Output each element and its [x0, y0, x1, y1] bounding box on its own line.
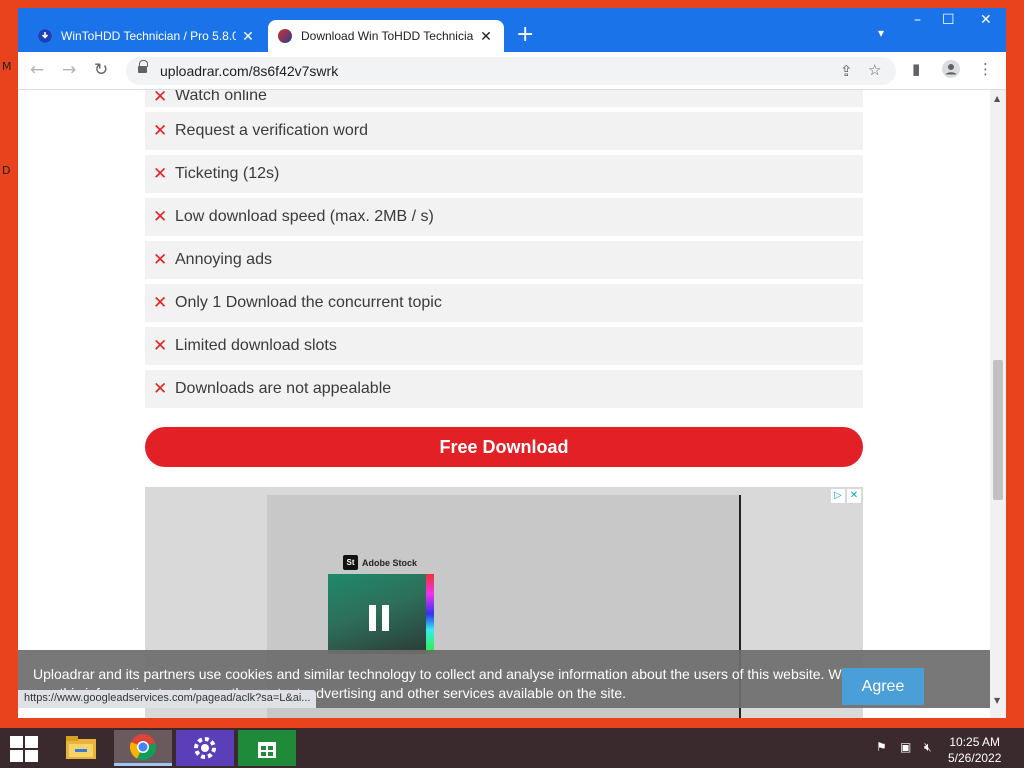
feature-label: Ticketing (12s) [175, 165, 280, 182]
tab-strip: WinToHDD Technician / Pro 5.8.0 ✕ Downlo… [18, 8, 1006, 52]
clock-time: 10:25 AM [949, 735, 1001, 749]
pause-icon[interactable] [369, 605, 395, 636]
forward-arrow-icon[interactable]: → [62, 60, 76, 80]
feature-list: ✕ Watch online ✕ Request a verification … [145, 90, 863, 413]
adobe-stock-logo: St Adobe Stock [343, 555, 417, 570]
clock-date: 5/26/2022 [948, 751, 1002, 765]
download-favicon-icon [38, 29, 52, 43]
feature-label: Watch online [175, 90, 267, 104]
ad-hue-bar [426, 574, 434, 654]
scroll-down-arrow-icon[interactable]: ▼ [994, 696, 1000, 705]
feature-label: Annoying ads [175, 251, 272, 268]
system-clock[interactable]: 10:25 AM 5/26/2022 [948, 734, 1001, 766]
page-viewport: ✕ Watch online ✕ Request a verification … [18, 90, 990, 718]
browser-toolbar: ← → ↻ uploadrar.com/8s6f42v7swrk ⇪ ☆ ▮ ⋮ [18, 52, 1006, 90]
adobe-stock-badge: St [343, 555, 358, 570]
tab-search-chevron-icon[interactable]: ▾ [878, 26, 884, 40]
feature-item: ✕ Watch online [145, 90, 863, 107]
close-tab-icon[interactable]: ✕ [478, 28, 494, 45]
adobe-stock-brand: Adobe Stock [362, 557, 418, 568]
scroll-up-arrow-icon[interactable]: ▲ [994, 94, 1000, 103]
desktop-edge-letter-d: D [2, 164, 11, 177]
new-tab-button[interactable]: + [516, 22, 534, 47]
vertical-scrollbar[interactable]: ▲ ▼ [990, 90, 1006, 718]
tab-download-wintohdd[interactable]: Download Win ToHDD Technician ✕ [268, 20, 504, 52]
feature-label: Request a verification word [175, 122, 368, 139]
address-url[interactable]: uploadrar.com/8s6f42v7swrk [160, 63, 338, 79]
feature-item: ✕ Only 1 Download the concurrent topic [145, 284, 863, 322]
tab-title: Download Win ToHDD Technician [301, 29, 474, 43]
scroll-thumb[interactable] [993, 360, 1003, 500]
agree-button[interactable]: Agree [842, 668, 924, 705]
feature-label: Downloads are not appealable [175, 380, 392, 397]
bookmark-star-icon[interactable]: ☆ [868, 61, 881, 79]
windows-start-icon[interactable] [10, 736, 38, 762]
cross-icon: ✕ [153, 121, 168, 141]
tab-title: WinToHDD Technician / Pro 5.8.0 [61, 29, 236, 43]
cross-icon: ✕ [153, 379, 168, 399]
action-center-flag-icon[interactable]: ⚑ [876, 740, 887, 754]
volume-muted-icon[interactable]: 🔇︎ [924, 740, 932, 755]
feature-item: ✕ Low download speed (max. 2MB / s) [145, 198, 863, 236]
desktop-edge-letter-m: M [2, 60, 12, 73]
free-download-button[interactable]: Free Download [145, 427, 863, 467]
cross-icon: ✕ [153, 164, 168, 184]
close-tab-icon[interactable]: ✕ [240, 28, 256, 45]
menu-kebab-icon[interactable]: ⋮ [978, 60, 993, 78]
chrome-taskbar-icon[interactable] [114, 730, 172, 766]
feature-label: Low download speed (max. 2MB / s) [175, 208, 434, 225]
side-panel-icon[interactable]: ▮ [912, 60, 920, 78]
back-arrow-icon[interactable]: ← [30, 60, 44, 80]
adchoices-icon[interactable]: ▷ ✕ [831, 489, 861, 503]
file-explorer-icon[interactable] [52, 730, 110, 766]
taskbar: ⚑ ▣ 🔇︎ 10:25 AM 5/26/2022 [0, 728, 1024, 768]
close-window-button[interactable]: ✕ [980, 12, 992, 28]
feature-label: Limited download slots [175, 337, 337, 354]
cross-icon: ✕ [153, 336, 168, 356]
reload-icon[interactable]: ↻ [94, 60, 108, 80]
cross-icon: ✕ [153, 250, 168, 270]
share-icon[interactable]: ⇪ [840, 62, 853, 80]
feature-item: ✕ Downloads are not appealable [145, 370, 863, 408]
minimize-button[interactable]: – [914, 12, 921, 28]
feature-item: ✕ Limited download slots [145, 327, 863, 365]
cross-icon: ✕ [153, 90, 168, 107]
tab-wintohdd-pro[interactable]: WinToHDD Technician / Pro 5.8.0 ✕ [28, 20, 266, 52]
feature-label: Only 1 Download the concurrent topic [175, 294, 442, 311]
address-bar[interactable]: uploadrar.com/8s6f42v7swrk ⇪ ☆ [126, 57, 896, 85]
feature-item: ✕ Request a verification word [145, 112, 863, 150]
network-icon[interactable]: ▣ [900, 740, 911, 754]
cross-icon: ✕ [153, 207, 168, 227]
store-icon[interactable] [238, 730, 296, 766]
status-bar-url: https://www.googleadservices.com/pagead/… [18, 690, 317, 708]
feature-item: ✕ Annoying ads [145, 241, 863, 279]
maximize-button[interactable]: ☐ [942, 12, 955, 28]
feature-item: ✕ Ticketing (12s) [145, 155, 863, 193]
profile-avatar-icon[interactable] [942, 60, 960, 82]
cross-icon: ✕ [153, 293, 168, 313]
lock-icon[interactable] [138, 60, 148, 75]
settings-gear-icon[interactable] [176, 730, 234, 766]
uploadrar-favicon-icon [278, 29, 292, 43]
